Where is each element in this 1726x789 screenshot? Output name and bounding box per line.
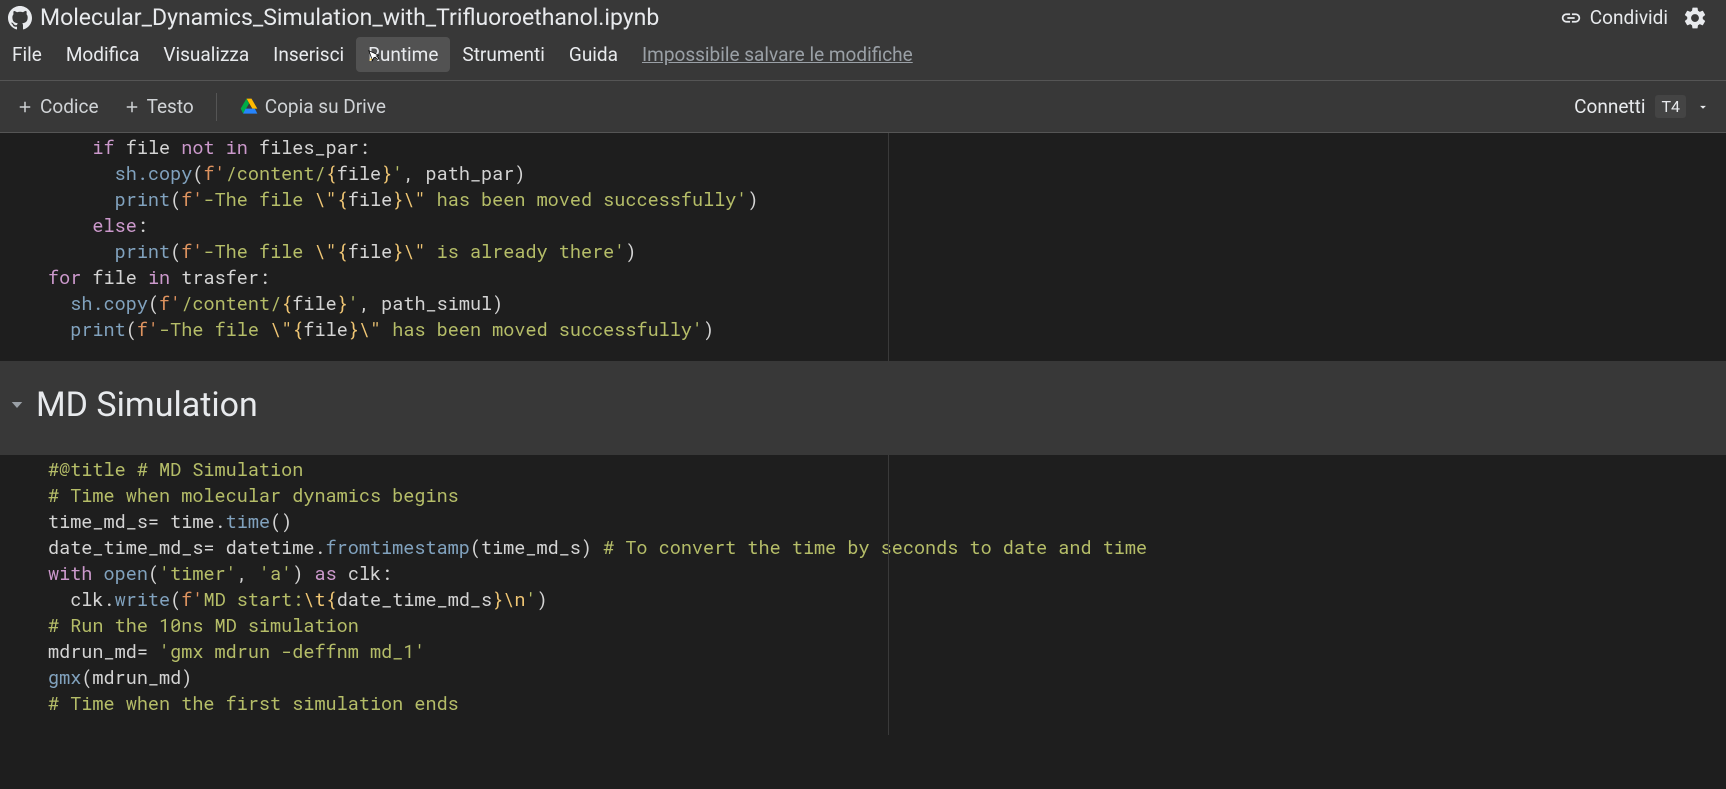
save-status[interactable]: Impossibile salvare le modifiche: [630, 37, 925, 72]
menu-runtime[interactable]: Runtime: [356, 37, 450, 72]
menu-tools[interactable]: Strumenti: [450, 37, 556, 72]
github-icon: [8, 6, 32, 30]
copy-drive-label: Copia su Drive: [265, 95, 386, 118]
add-text-button[interactable]: Testo: [111, 89, 206, 124]
code-cell-2[interactable]: [ ] #@title # MD Simulation # Time when …: [0, 455, 1726, 735]
runtime-type-chip[interactable]: T4: [1655, 95, 1686, 118]
code-cell-1[interactable]: [ ] if file not in files_par: sh.copy(f'…: [0, 133, 1726, 361]
menu-insert[interactable]: Inserisci: [261, 37, 356, 72]
text-cell-md-simulation[interactable]: MD Simulation: [0, 361, 1726, 455]
menu-help[interactable]: Guida: [557, 37, 630, 72]
menu-view[interactable]: Visualizza: [151, 37, 261, 72]
code-label: Codice: [40, 95, 99, 118]
text-label: Testo: [147, 95, 194, 118]
menubar: File Modifica Visualizza Inserisci Runti…: [0, 31, 1726, 81]
share-button[interactable]: Condividi: [1560, 6, 1668, 29]
code-editor[interactable]: #@title # MD Simulation # Time when mole…: [0, 455, 1726, 735]
separator: [216, 93, 217, 121]
section-heading: MD Simulation: [36, 385, 258, 425]
drive-icon: [239, 97, 259, 117]
copy-to-drive-button[interactable]: Copia su Drive: [227, 89, 398, 124]
code-editor[interactable]: if file not in files_par: sh.copy(f'/con…: [0, 133, 1726, 361]
plus-icon: [16, 98, 34, 116]
chevron-down-icon[interactable]: [1696, 100, 1710, 114]
menu-file[interactable]: File: [0, 37, 54, 72]
connect-button[interactable]: Connetti: [1574, 95, 1645, 118]
menu-edit[interactable]: Modifica: [54, 37, 152, 72]
chevron-down-icon[interactable]: [8, 396, 26, 414]
notebook-area[interactable]: [ ] if file not in files_par: sh.copy(f'…: [0, 133, 1726, 789]
toolbar: Codice Testo Copia su Drive Connetti T4: [0, 81, 1726, 133]
add-code-button[interactable]: Codice: [4, 89, 111, 124]
link-icon: [1560, 7, 1582, 29]
plus-icon: [123, 98, 141, 116]
gear-icon[interactable]: [1682, 5, 1708, 31]
notebook-title[interactable]: Molecular_Dynamics_Simulation_with_Trifl…: [40, 4, 659, 31]
header: Molecular_Dynamics_Simulation_with_Trifl…: [0, 0, 1726, 31]
share-label: Condividi: [1590, 6, 1668, 29]
